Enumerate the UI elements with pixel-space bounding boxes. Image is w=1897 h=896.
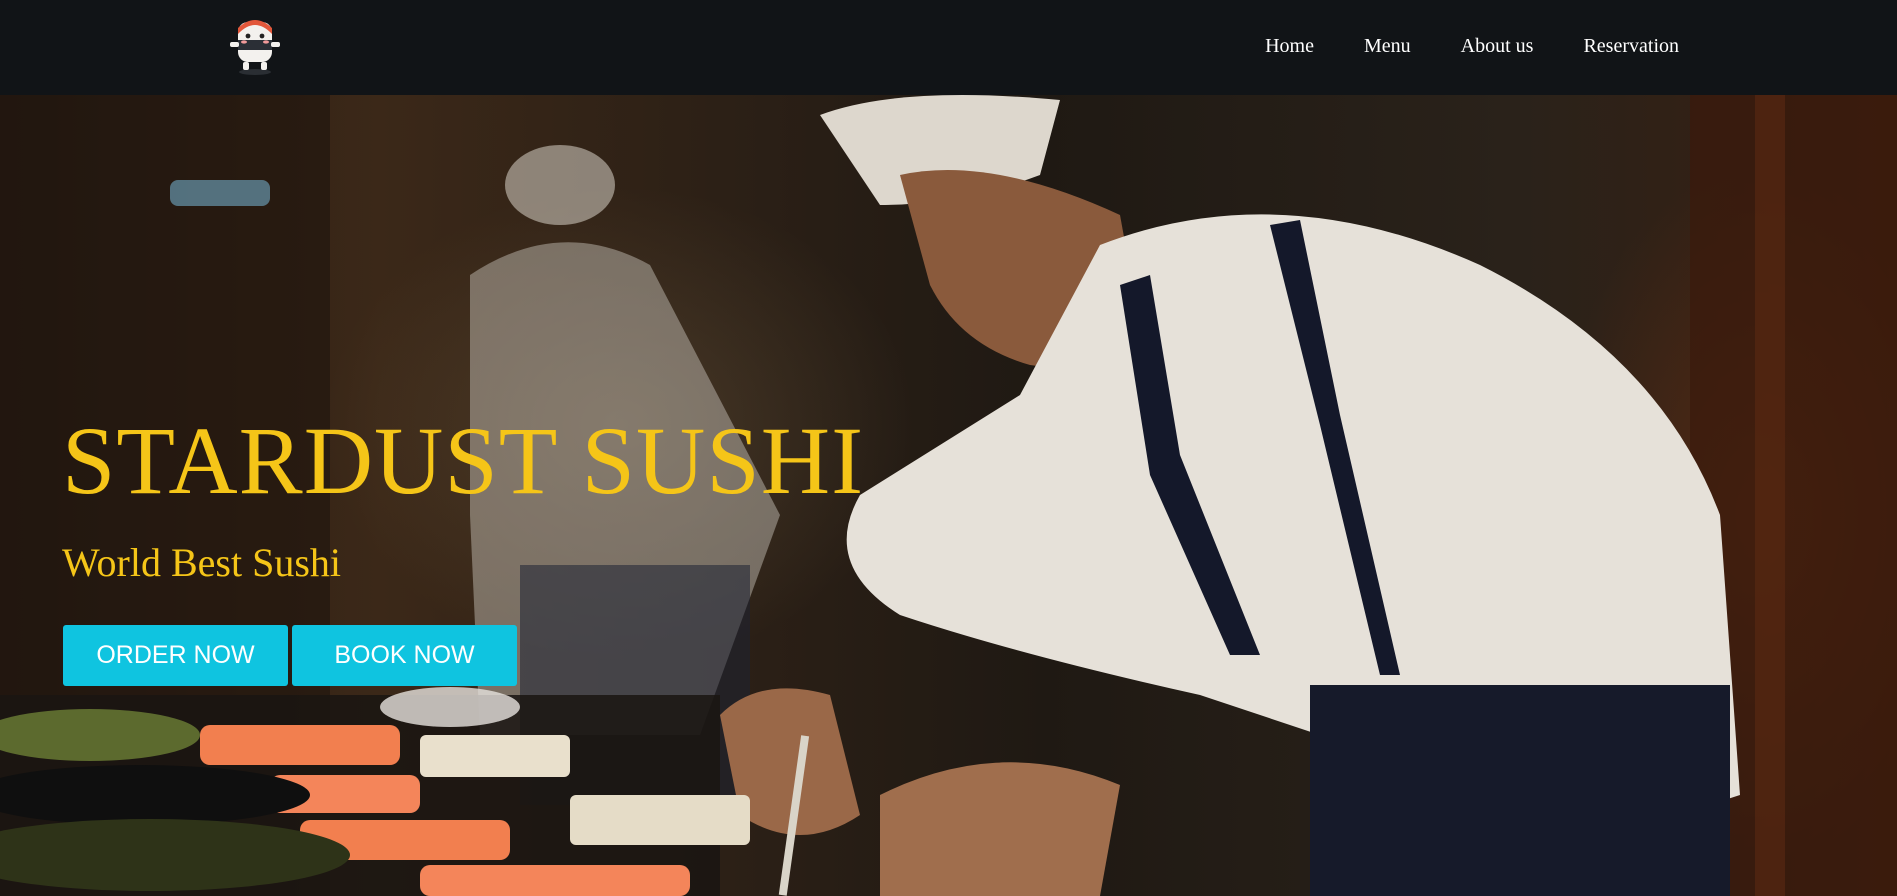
hero-section: STARDUST SUSHI World Best Sushi ORDER NO… bbox=[0, 95, 1897, 896]
nav-menu-link[interactable]: Menu bbox=[1364, 35, 1411, 58]
nav-reservation-link[interactable]: Reservation bbox=[1583, 35, 1679, 58]
sushi-mascot-logo-icon[interactable] bbox=[224, 12, 286, 76]
main-nav: Home Menu About us Reservation bbox=[1215, 0, 1679, 92]
hero-subtitle: World Best Sushi bbox=[62, 540, 342, 585]
hero-title: STARDUST SUSHI bbox=[62, 407, 865, 514]
navbar: Home Menu About us Reservation bbox=[0, 0, 1897, 95]
order-now-button[interactable]: ORDER NOW bbox=[63, 625, 288, 686]
nav-about-link[interactable]: About us bbox=[1461, 35, 1534, 58]
nav-home-link[interactable]: Home bbox=[1265, 35, 1314, 58]
book-now-button[interactable]: BOOK NOW bbox=[292, 625, 517, 686]
